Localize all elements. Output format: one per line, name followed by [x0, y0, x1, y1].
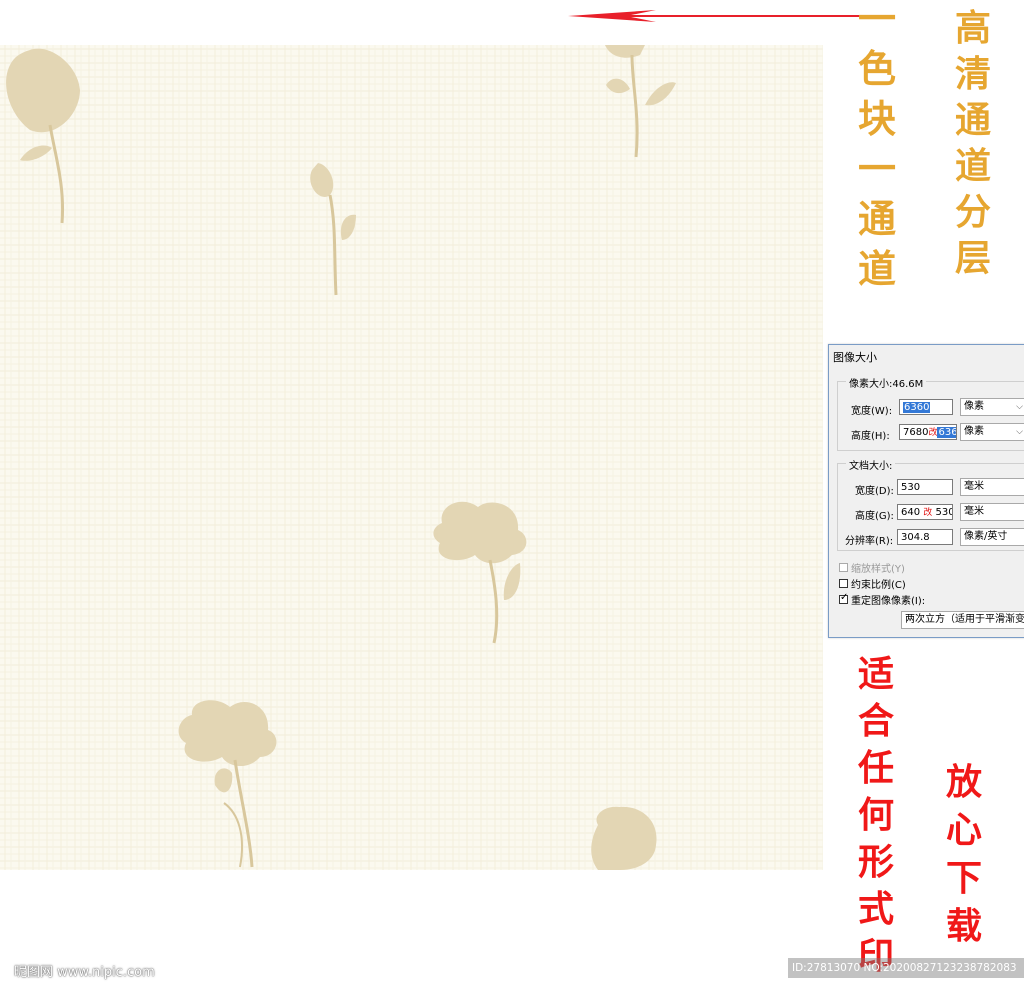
vertical-char: 下	[946, 857, 983, 899]
vertical-char: 通	[858, 196, 897, 241]
pixel-height-label: 高度(H):	[851, 431, 890, 442]
resolution-label: 分辨率(R):	[845, 536, 894, 547]
vertical-char: 一	[858, 0, 897, 41]
vertical-char: 任	[858, 747, 895, 789]
color-swatch-light	[28, 8, 82, 37]
vertical-char: 载	[946, 905, 983, 947]
doc-width-input[interactable]: 530	[897, 479, 953, 495]
wallpaper-pattern	[0, 45, 823, 870]
vertical-char: 心	[946, 809, 983, 851]
color-swatch-dark	[104, 8, 158, 37]
vertical-char: 层	[955, 237, 992, 279]
vertical-char: 何	[858, 794, 895, 836]
doc-height-unit-select[interactable]: 毫米	[960, 503, 1024, 521]
dialog-title: 图像大小	[833, 351, 877, 364]
pixel-height-unit-select[interactable]: 像素 ⌵	[960, 423, 1024, 441]
pixel-height-input[interactable]: 7680改6360	[899, 424, 957, 440]
gold-vertical-text-2: 高清通道分层	[955, 10, 991, 276]
pixel-dimensions-legend: 像素大小:46.6M	[846, 375, 927, 390]
doc-width-label: 宽度(D):	[855, 486, 894, 497]
pixel-width-input[interactable]: 6360	[899, 399, 953, 415]
vertical-char: 高	[955, 7, 992, 49]
vertical-char: 道	[858, 246, 897, 291]
doc-height-input[interactable]: 640 改 530	[897, 504, 953, 520]
red-vertical-text-1: 适合任何形式印	[858, 656, 894, 974]
vertical-char: 一	[858, 146, 897, 191]
red-vertical-text-2: 放心下载	[946, 764, 982, 944]
flower-illustration	[591, 806, 657, 870]
vertical-char: 清	[955, 53, 992, 95]
vertical-char: 形	[858, 841, 895, 883]
vertical-char: 合	[858, 700, 895, 742]
pixel-width-unit-select[interactable]: 像素 ⌵	[960, 398, 1024, 416]
pixel-width-label: 宽度(W):	[851, 406, 893, 417]
document-size-legend: 文档大小:	[846, 457, 896, 472]
checkbox-box	[839, 579, 848, 588]
arrow-left-icon	[568, 10, 862, 22]
doc-width-unit-select[interactable]: 毫米	[960, 478, 1024, 496]
gold-vertical-text-1: 一色块一通道	[858, 0, 896, 288]
vertical-char: 块	[858, 96, 897, 141]
chevron-down-icon: ⌵	[1016, 402, 1023, 412]
vertical-char: 放	[946, 761, 983, 803]
vertical-char: 通	[955, 99, 992, 141]
image-id-bar: ID:27813070 NO:20200827123238782083	[788, 958, 1024, 978]
vertical-char: 式	[858, 888, 895, 930]
vertical-char: 道	[955, 145, 992, 187]
chevron-down-icon: ⌵	[1016, 427, 1023, 437]
doc-height-label: 高度(G):	[855, 511, 894, 522]
vertical-char: 分	[955, 191, 992, 233]
vertical-char: 色	[858, 46, 897, 91]
checkbox-box	[839, 563, 848, 572]
resolution-unit-select[interactable]: 像素/英寸	[960, 528, 1024, 546]
resample-checkbox[interactable]: 重定图像像素(I):	[839, 592, 925, 607]
scale-styles-checkbox[interactable]: 缩放样式(Y)	[839, 560, 905, 575]
vertical-char: 适	[858, 653, 895, 695]
resolution-input[interactable]: 304.8	[897, 529, 953, 545]
site-watermark: 昵图网 www.nipic.com	[14, 965, 155, 980]
resample-method-select[interactable]: 两次立方（适用于平滑渐变	[901, 611, 1024, 629]
checkbox-box	[839, 593, 848, 604]
image-size-dialog: 图像大小 像素大小:46.6M 宽度(W): 6360 像素 ⌵ 高度(H): 7…	[828, 344, 1024, 638]
constrain-proportions-checkbox[interactable]: 约束比例(C)	[839, 576, 906, 591]
